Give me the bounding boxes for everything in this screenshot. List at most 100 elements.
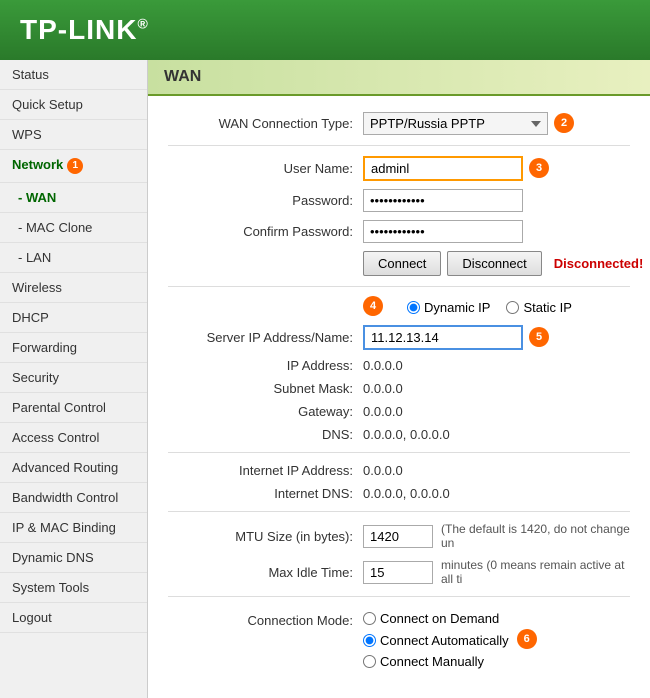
sidebar-item-bandwidth-control[interactable]: Bandwidth Control <box>0 483 147 513</box>
dns-label: DNS: <box>168 427 363 442</box>
max-idle-row: Max Idle Time: minutes (0 means remain a… <box>168 558 630 586</box>
max-idle-label: Max Idle Time: <box>168 565 363 580</box>
dynamic-ip-radio[interactable] <box>407 301 420 314</box>
connection-mode-options: Connect on Demand Connect Automatically … <box>363 611 537 677</box>
internet-dns-row: Internet DNS: 0.0.0.0, 0.0.0.0 <box>168 486 630 501</box>
ip-address-row: IP Address: 0.0.0.0 <box>168 358 630 373</box>
server-ip-input[interactable] <box>363 325 523 350</box>
connect-on-demand-label: Connect on Demand <box>380 611 499 626</box>
connect-manually-label: Connect Manually <box>380 654 484 669</box>
connect-auto-option[interactable]: Connect Automatically <box>363 633 509 648</box>
sidebar-item-mac-clone[interactable]: - MAC Clone <box>0 213 147 243</box>
internet-dns-value: 0.0.0.0, 0.0.0.0 <box>363 486 450 501</box>
annotation-3: 3 <box>529 158 549 178</box>
max-idle-hint: minutes (0 means remain active at all ti <box>441 558 630 586</box>
mtu-label: MTU Size (in bytes): <box>168 529 363 544</box>
sidebar-item-parental-control[interactable]: Parental Control <box>0 393 147 423</box>
sidebar-item-dynamic-dns[interactable]: Dynamic DNS <box>0 543 147 573</box>
sidebar-item-advanced-routing[interactable]: Advanced Routing <box>0 453 147 483</box>
disconnect-button[interactable]: Disconnect <box>447 251 541 276</box>
sidebar-item-access-control[interactable]: Access Control <box>0 423 147 453</box>
sidebar-item-system-tools[interactable]: System Tools <box>0 573 147 603</box>
connect-auto-label: Connect Automatically <box>380 633 509 648</box>
connect-button[interactable]: Connect <box>363 251 441 276</box>
max-idle-input[interactable] <box>363 561 433 584</box>
wan-title: WAN <box>164 68 201 85</box>
disconnected-status: Disconnected! <box>554 256 644 271</box>
dns-value: 0.0.0.0, 0.0.0.0 <box>363 427 450 442</box>
connect-auto-radio[interactable] <box>363 634 376 647</box>
logo-text: TP-LINK <box>20 14 137 45</box>
mtu-row: MTU Size (in bytes): (The default is 142… <box>168 522 630 550</box>
password-label: Password: <box>168 193 363 208</box>
sidebar: StatusQuick SetupWPSNetwork1- WAN- MAC C… <box>0 60 148 698</box>
dynamic-ip-option[interactable]: Dynamic IP <box>407 300 490 315</box>
dynamic-ip-label: Dynamic IP <box>424 300 490 315</box>
wan-connection-type-row: WAN Connection Type: PPTP/Russia PPTPDyn… <box>168 112 630 135</box>
subnet-mask-row: Subnet Mask: 0.0.0.0 <box>168 381 630 396</box>
main-layout: StatusQuick SetupWPSNetwork1- WAN- MAC C… <box>0 60 650 698</box>
server-ip-row: Server IP Address/Name: 5 <box>168 325 630 350</box>
connect-manually-row: Connect Manually <box>363 654 537 669</box>
form-area: WAN Connection Type: PPTP/Russia PPTPDyn… <box>148 96 650 698</box>
annotation-6: 6 <box>517 629 537 649</box>
connect-manually-radio[interactable] <box>363 655 376 668</box>
confirm-password-row: Confirm Password: <box>168 220 630 243</box>
subnet-mask-value: 0.0.0.0 <box>363 381 403 396</box>
internet-ip-label: Internet IP Address: <box>168 463 363 478</box>
server-ip-label: Server IP Address/Name: <box>168 330 363 345</box>
connect-on-demand-row: Connect on Demand <box>363 611 537 626</box>
gateway-row: Gateway: 0.0.0.0 <box>168 404 630 419</box>
wan-connection-type-select[interactable]: PPTP/Russia PPTPDynamic IPStatic IPPPPoE… <box>363 112 548 135</box>
logo: TP-LINK® <box>20 14 149 46</box>
sidebar-item-wireless[interactable]: Wireless <box>0 273 147 303</box>
logo-registered: ® <box>137 16 148 32</box>
static-ip-option[interactable]: Static IP <box>506 300 571 315</box>
sidebar-item-status[interactable]: Status <box>0 60 147 90</box>
annotation-2: 2 <box>554 113 574 133</box>
connect-manually-option[interactable]: Connect Manually <box>363 654 484 669</box>
username-label: User Name: <box>168 161 363 176</box>
internet-ip-value: 0.0.0.0 <box>363 463 403 478</box>
sidebar-item-quick-setup[interactable]: Quick Setup <box>0 90 147 120</box>
internet-dns-label: Internet DNS: <box>168 486 363 501</box>
password-row: Password: <box>168 189 630 212</box>
content-area: WAN WAN Connection Type: PPTP/Russia PPT… <box>148 60 650 698</box>
ip-address-value: 0.0.0.0 <box>363 358 403 373</box>
sidebar-item-ip-mac-binding[interactable]: IP & MAC Binding <box>0 513 147 543</box>
static-ip-radio[interactable] <box>506 301 519 314</box>
confirm-password-input[interactable] <box>363 220 523 243</box>
connect-row: Connect Disconnect Disconnected! <box>168 251 630 276</box>
sidebar-item-logout[interactable]: Logout <box>0 603 147 633</box>
sidebar-item-network[interactable]: Network1 <box>0 150 147 183</box>
internet-ip-row: Internet IP Address: 0.0.0.0 <box>168 463 630 478</box>
username-row: User Name: 3 <box>168 156 630 181</box>
mtu-input[interactable] <box>363 525 433 548</box>
page-title: WAN <box>148 60 650 96</box>
confirm-password-label: Confirm Password: <box>168 224 363 239</box>
ip-mode-row: 4 Dynamic IP Static IP <box>168 297 630 317</box>
connect-auto-row: Connect Automatically 6 <box>363 630 537 650</box>
sidebar-item-dhcp[interactable]: DHCP <box>0 303 147 333</box>
dns-row: DNS: 0.0.0.0, 0.0.0.0 <box>168 427 630 442</box>
header: TP-LINK® <box>0 0 650 60</box>
sidebar-item-lan[interactable]: - LAN <box>0 243 147 273</box>
subnet-mask-label: Subnet Mask: <box>168 381 363 396</box>
connect-on-demand-option[interactable]: Connect on Demand <box>363 611 499 626</box>
annotation-5: 5 <box>529 327 549 347</box>
gateway-value: 0.0.0.0 <box>363 404 403 419</box>
password-input[interactable] <box>363 189 523 212</box>
sidebar-item-forwarding[interactable]: Forwarding <box>0 333 147 363</box>
gateway-label: Gateway: <box>168 404 363 419</box>
sidebar-item-wps[interactable]: WPS <box>0 120 147 150</box>
ip-address-label: IP Address: <box>168 358 363 373</box>
connection-mode-row: Connection Mode: Connect on Demand Conne… <box>168 607 630 677</box>
mtu-hint: (The default is 1420, do not change un <box>441 522 630 550</box>
sidebar-item-wan[interactable]: - WAN <box>0 183 147 213</box>
annotation-1: 1 <box>67 158 83 174</box>
connection-mode-label: Connection Mode: <box>168 611 363 628</box>
username-input[interactable] <box>363 156 523 181</box>
connect-on-demand-radio[interactable] <box>363 612 376 625</box>
static-ip-label: Static IP <box>523 300 571 315</box>
sidebar-item-security[interactable]: Security <box>0 363 147 393</box>
